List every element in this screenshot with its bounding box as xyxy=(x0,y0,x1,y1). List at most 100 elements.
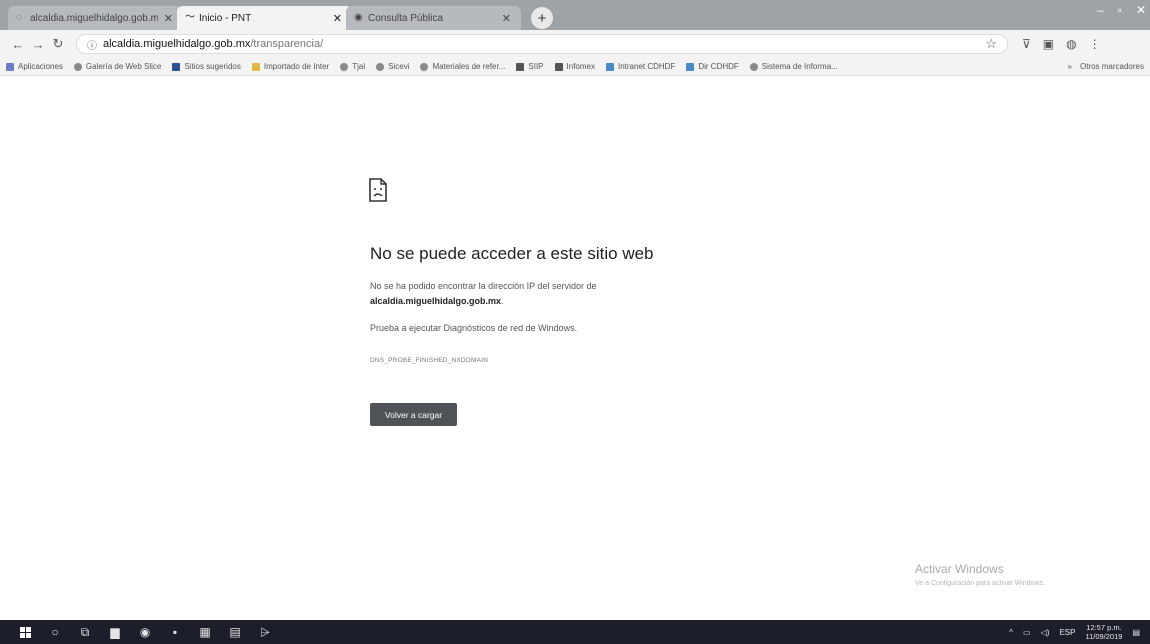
bookmark-label: Sitios sugeridos xyxy=(184,62,241,71)
tab-title: Consulta Pública xyxy=(368,12,444,24)
menu-icon[interactable]: ⋮ xyxy=(1089,37,1101,51)
activate-windows-title: Activar Windows xyxy=(915,562,1004,576)
account-icon[interactable]: ◍ xyxy=(1066,37,1076,51)
windows-start-icon[interactable] xyxy=(10,626,40,638)
window-controls: – ▫ ✕ xyxy=(1097,3,1146,17)
bookmark-label: Aplicaciones xyxy=(18,62,63,71)
info-icon[interactable]: ⓘ xyxy=(87,37,97,52)
close-icon[interactable]: ✕ xyxy=(502,12,511,25)
address-bar[interactable]: ⓘ alcaldia.miguelhidalgo.gob.mx/transpar… xyxy=(76,34,1008,54)
system-tray: ^ ▭ ◁) ESP 12:57 p.m. 11/09/2019 ▤ xyxy=(1009,623,1140,641)
pdf-icon[interactable]: ⩥ xyxy=(250,625,280,640)
error-suggestion[interactable]: Prueba a ejecutar Diagnósticos de red de… xyxy=(370,323,577,333)
minimize-icon[interactable]: – xyxy=(1097,3,1104,17)
chevron-right-icon: » xyxy=(1067,62,1072,71)
bookmark-label: Dir CDHDF xyxy=(698,62,739,71)
excel-icon[interactable]: ▦ xyxy=(190,625,220,639)
close-icon[interactable]: ✕ xyxy=(333,12,342,25)
bookmark-label: Materiales de refer... xyxy=(432,62,506,71)
clock-date: 11/09/2019 xyxy=(1085,632,1123,641)
close-icon[interactable]: ✕ xyxy=(164,12,173,25)
bookmark-dir-cdhdf[interactable]: Dir CDHDF xyxy=(686,62,739,71)
outlook-icon[interactable]: ▪ xyxy=(160,625,190,639)
other-bookmarks-label: Otros marcadores xyxy=(1079,62,1144,71)
bookmark-tjal[interactable]: Tjal xyxy=(340,62,365,71)
back-icon[interactable]: ← xyxy=(8,37,28,52)
tab-title: Inicio - PNT xyxy=(199,12,252,24)
bing-icon xyxy=(172,62,181,71)
globe-icon xyxy=(73,62,82,71)
url-host: alcaldia.miguelhidalgo.gob.mx xyxy=(103,38,251,50)
page-icon: ◌ xyxy=(16,12,22,23)
page-icon xyxy=(554,62,563,71)
bookmark-label: Importado de Inter xyxy=(263,62,330,71)
bookmark-siip[interactable]: SIIP xyxy=(516,62,544,71)
bookmark-label: Sicevi xyxy=(388,62,410,71)
network-icon[interactable]: ▭ xyxy=(1023,628,1031,637)
task-view-icon[interactable]: ⧉ xyxy=(70,625,100,640)
bookmark-infomex[interactable]: Infomex xyxy=(554,62,595,71)
chrome-icon[interactable]: ◉ xyxy=(130,625,160,639)
extension-icon[interactable]: ▣ xyxy=(1043,37,1054,51)
bookmark-label: SIIP xyxy=(528,62,544,71)
extension-icon[interactable]: ⊽ xyxy=(1022,37,1031,51)
bookmark-label: Galería de Web Slice xyxy=(85,62,162,71)
tab-consulta-publica[interactable]: ◉ Consulta Pública ✕ xyxy=(346,6,521,30)
apps-icon xyxy=(6,62,14,71)
close-window-icon[interactable]: ✕ xyxy=(1136,3,1146,17)
bookmark-galeria[interactable]: Galería de Web Slice xyxy=(73,62,162,71)
globe-icon xyxy=(420,62,429,71)
folder-icon xyxy=(251,62,260,71)
language-indicator[interactable]: ESP xyxy=(1059,628,1075,637)
clock[interactable]: 12:57 p.m. 11/09/2019 xyxy=(1085,623,1122,641)
star-icon[interactable]: ☆ xyxy=(985,36,997,52)
bookmark-aplicaciones[interactable]: Aplicaciones xyxy=(6,62,63,71)
globe-icon: ◉ xyxy=(354,12,363,23)
reload-button[interactable]: Volver a cargar xyxy=(370,403,457,426)
activate-windows-subtitle: Ve a Configuración para activar Windows. xyxy=(915,580,1045,587)
forward-icon[interactable]: → xyxy=(28,37,48,52)
error-host-suffix: . xyxy=(501,296,504,306)
bookmark-importado[interactable]: Importado de Inter xyxy=(251,62,330,71)
bookmark-label: Infomex xyxy=(566,62,595,71)
page-icon xyxy=(516,62,525,71)
bookmark-label: Tjal xyxy=(352,62,366,71)
taskbar: ○ ⧉ ▆ ◉ ▪ ▦ ▤ ⩥ ^ ▭ ◁) ESP 12:57 p.m. 11… xyxy=(0,620,1150,644)
error-line: No se ha podido encontrar la dirección I… xyxy=(370,281,597,291)
tab-strip: ◌ alcaldia.miguelhidalgo.gob.mx ✕ 〜 Inic… xyxy=(0,0,1150,30)
other-bookmarks[interactable]: » Otros marcadores xyxy=(1068,62,1144,71)
new-tab-button[interactable]: + xyxy=(531,7,553,29)
bookmark-label: Intranet CDHDF xyxy=(617,62,676,71)
error-code: DNS_PROBE_FINISHED_NXDOMAIN xyxy=(370,357,489,364)
url-path: /transparencia/ xyxy=(250,38,324,50)
file-explorer-icon[interactable]: ▆ xyxy=(100,625,130,639)
extension-icons: ⊽ ▣ ◍ ⋮ xyxy=(1022,37,1101,51)
word-icon[interactable]: ▤ xyxy=(220,625,250,639)
bookmark-intranet[interactable]: Intranet CDHDF xyxy=(605,62,676,71)
bookmark-sistema[interactable]: Sistema de Informa... xyxy=(749,62,838,71)
cdhdf-logo-icon xyxy=(605,62,614,71)
volume-icon[interactable]: ◁) xyxy=(1041,628,1050,637)
notifications-icon[interactable]: ▤ xyxy=(1132,628,1140,637)
globe-icon xyxy=(340,62,349,71)
chevron-up-icon[interactable]: ^ xyxy=(1009,628,1013,637)
error-description: No se ha podido encontrar la dirección I… xyxy=(370,279,700,309)
tab-inicio-pnt[interactable]: 〜 Inicio - PNT ✕ xyxy=(177,6,352,30)
tab-alcaldia[interactable]: ◌ alcaldia.miguelhidalgo.gob.mx ✕ xyxy=(8,6,183,30)
browser-toolbar: ← → ↻ ⓘ alcaldia.miguelhidalgo.gob.mx/tr… xyxy=(0,30,1150,58)
bookmark-materiales[interactable]: Materiales de refer... xyxy=(420,62,505,71)
maximize-icon[interactable]: ▫ xyxy=(1118,3,1122,17)
globe-icon xyxy=(376,62,385,71)
error-host: alcaldia.miguelhidalgo.gob.mx xyxy=(370,296,502,306)
clock-time: 12:57 p.m. xyxy=(1086,623,1122,632)
bookmarks-bar: Aplicaciones Galería de Web Slice Sitios… xyxy=(0,58,1150,76)
error-title: No se puede acceder a este sitio web xyxy=(370,244,654,263)
globe-icon xyxy=(749,62,758,71)
bookmark-sitios-sugeridos[interactable]: Sitios sugeridos xyxy=(172,62,241,71)
bookmark-sicevi[interactable]: Sicevi xyxy=(376,62,409,71)
cdhdf-logo-icon xyxy=(686,62,695,71)
search-icon[interactable]: ○ xyxy=(40,625,70,639)
bookmark-label: Sistema de Informa... xyxy=(761,62,838,71)
reload-icon[interactable]: ↻ xyxy=(48,36,68,52)
tab-title: alcaldia.miguelhidalgo.gob.mx xyxy=(30,12,158,24)
